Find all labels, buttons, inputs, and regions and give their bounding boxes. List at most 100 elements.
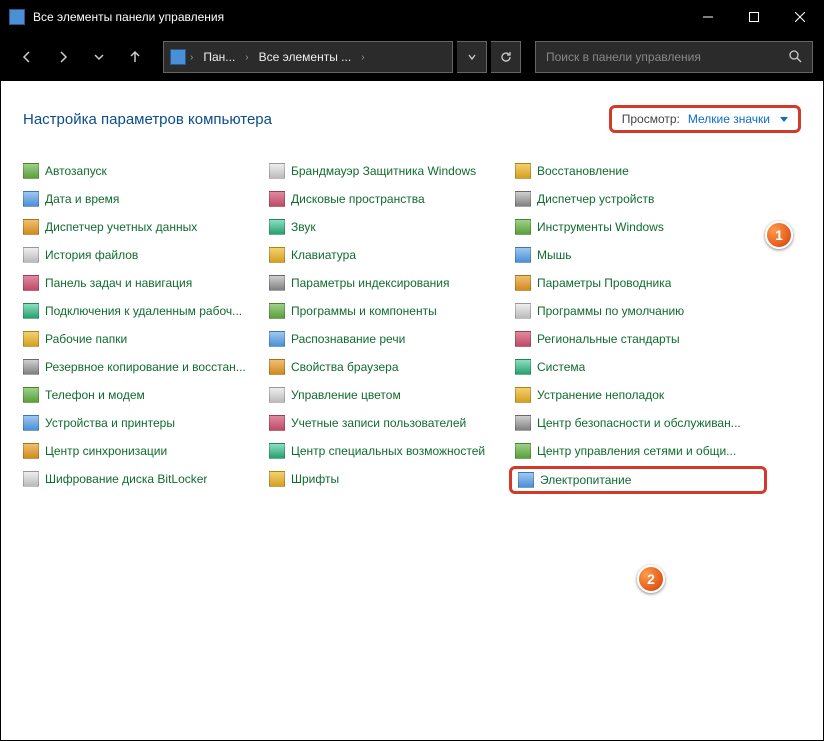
item-label: Звук bbox=[291, 220, 316, 234]
up-button[interactable] bbox=[119, 41, 151, 73]
control-panel-item[interactable]: Диспетчер учетных данных bbox=[23, 217, 269, 237]
refresh-button[interactable] bbox=[491, 41, 521, 73]
item-label: Брандмауэр Защитника Windows bbox=[291, 164, 476, 178]
item-icon bbox=[23, 359, 39, 375]
address-bar[interactable]: › Пан... › Все элементы ... › bbox=[163, 41, 453, 73]
item-label: Подключения к удаленным рабоч... bbox=[45, 304, 242, 318]
control-panel-item[interactable]: История файлов bbox=[23, 245, 269, 265]
control-panel-item[interactable]: Система bbox=[515, 357, 761, 377]
item-icon bbox=[515, 219, 531, 235]
callout-2: 2 bbox=[637, 565, 665, 593]
control-panel-item[interactable]: Управление цветом bbox=[269, 385, 515, 405]
control-panel-item[interactable]: Устранение неполадок bbox=[515, 385, 761, 405]
back-button[interactable] bbox=[11, 41, 43, 73]
control-panel-item[interactable]: Подключения к удаленным рабоч... bbox=[23, 301, 269, 321]
chevron-right-icon: › bbox=[245, 52, 248, 63]
item-icon bbox=[269, 443, 285, 459]
control-panel-item[interactable]: Распознавание речи bbox=[269, 329, 515, 349]
item-icon bbox=[269, 471, 285, 487]
close-button[interactable] bbox=[777, 1, 823, 33]
breadcrumb-1[interactable]: Пан... bbox=[197, 50, 241, 64]
item-label: Диспетчер учетных данных bbox=[45, 220, 197, 234]
item-icon bbox=[269, 359, 285, 375]
items-grid: Автозапуск Брандмауэр Защитника Windows Во… bbox=[23, 161, 801, 491]
control-panel-item[interactable]: Автозапуск bbox=[23, 161, 269, 181]
item-icon bbox=[269, 303, 285, 319]
item-icon bbox=[269, 275, 285, 291]
item-icon bbox=[23, 471, 39, 487]
navbar: › Пан... › Все элементы ... › Поиск в па… bbox=[1, 33, 823, 81]
item-label: История файлов bbox=[45, 248, 138, 262]
item-icon bbox=[515, 163, 531, 179]
breadcrumb-2[interactable]: Все элементы ... bbox=[253, 50, 358, 64]
item-label: Программы и компоненты bbox=[291, 304, 437, 318]
content-area: Настройка параметров компьютера Просмотр… bbox=[1, 81, 823, 740]
item-icon bbox=[515, 247, 531, 263]
callout-1: 1 bbox=[765, 221, 793, 249]
control-panel-item[interactable]: Панель задач и навигация bbox=[23, 273, 269, 293]
control-panel-item[interactable]: Мышь bbox=[515, 245, 761, 265]
control-panel-item[interactable]: Устройства и принтеры bbox=[23, 413, 269, 433]
control-panel-item[interactable]: Шрифты bbox=[269, 469, 515, 489]
control-panel-item[interactable]: Телефон и модем bbox=[23, 385, 269, 405]
item-icon bbox=[269, 163, 285, 179]
control-panel-item[interactable]: Брандмауэр Защитника Windows bbox=[269, 161, 515, 181]
control-panel-item[interactable]: Центр специальных возможностей bbox=[269, 441, 515, 461]
control-panel-item[interactable]: Свойства браузера bbox=[269, 357, 515, 377]
item-icon bbox=[23, 415, 39, 431]
control-panel-item[interactable]: Параметры Проводника bbox=[515, 273, 761, 293]
item-label: Мышь bbox=[537, 248, 572, 262]
control-panel-item[interactable]: Региональные стандарты bbox=[515, 329, 761, 349]
window-title: Все элементы панели управления bbox=[33, 10, 224, 24]
item-icon bbox=[23, 443, 39, 459]
titlebar: Все элементы панели управления bbox=[1, 1, 823, 33]
address-drop-button[interactable] bbox=[457, 41, 487, 73]
page-title: Настройка параметров компьютера bbox=[23, 111, 272, 128]
minimize-button[interactable] bbox=[685, 1, 731, 33]
item-label: Устранение неполадок bbox=[537, 388, 664, 402]
control-panel-item[interactable]: Восстановление bbox=[515, 161, 761, 181]
view-dropdown[interactable]: Просмотр: Мелкие значки bbox=[609, 105, 801, 133]
item-icon bbox=[269, 331, 285, 347]
item-icon bbox=[518, 472, 534, 488]
maximize-button[interactable] bbox=[731, 1, 777, 33]
control-panel-item[interactable]: Инструменты Windows bbox=[515, 217, 761, 237]
item-icon bbox=[515, 303, 531, 319]
recent-locations-button[interactable] bbox=[83, 41, 115, 73]
control-panel-item[interactable]: Диспетчер устройств bbox=[515, 189, 761, 209]
control-panel-item[interactable]: Звук bbox=[269, 217, 515, 237]
item-label: Резервное копирование и восстан... bbox=[45, 360, 246, 374]
item-label: Центр специальных возможностей bbox=[291, 444, 485, 458]
item-icon bbox=[23, 247, 39, 263]
control-panel-item[interactable]: Программы и компоненты bbox=[269, 301, 515, 321]
control-panel-item[interactable]: Центр безопасности и обслуживан... bbox=[515, 413, 761, 433]
search-input[interactable]: Поиск в панели управления bbox=[535, 41, 813, 73]
item-label: Региональные стандарты bbox=[537, 332, 680, 346]
item-icon bbox=[515, 275, 531, 291]
item-label: Программы по умолчанию bbox=[537, 304, 684, 318]
control-panel-item[interactable]: Учетные записи пользователей bbox=[269, 413, 515, 433]
control-panel-item[interactable]: Шифрование диска BitLocker bbox=[23, 469, 269, 489]
item-label: Телефон и модем bbox=[45, 388, 145, 402]
forward-button[interactable] bbox=[47, 41, 79, 73]
control-panel-item[interactable]: Центр синхронизации bbox=[23, 441, 269, 461]
control-panel-item[interactable]: Дата и время bbox=[23, 189, 269, 209]
view-value: Мелкие значки bbox=[688, 112, 770, 126]
search-icon bbox=[788, 49, 802, 66]
item-icon bbox=[515, 331, 531, 347]
item-icon bbox=[23, 387, 39, 403]
control-panel-item[interactable]: Параметры индексирования bbox=[269, 273, 515, 293]
control-panel-item[interactable]: Рабочие папки bbox=[23, 329, 269, 349]
item-icon bbox=[269, 415, 285, 431]
item-label: Управление цветом bbox=[291, 388, 401, 402]
control-panel-item[interactable]: Клавиатура bbox=[269, 245, 515, 265]
control-panel-item[interactable]: Дисковые пространства bbox=[269, 189, 515, 209]
item-icon bbox=[23, 219, 39, 235]
item-label: Центр синхронизации bbox=[45, 444, 167, 458]
control-panel-item[interactable]: Резервное копирование и восстан... bbox=[23, 357, 269, 377]
item-label: Свойства браузера bbox=[291, 360, 399, 374]
control-panel-item[interactable]: Центр управления сетями и общи... bbox=[515, 441, 761, 461]
control-panel-item[interactable]: Программы по умолчанию bbox=[515, 301, 761, 321]
control-panel-item[interactable]: Электропитание bbox=[509, 466, 767, 494]
item-label: Инструменты Windows bbox=[537, 220, 664, 234]
